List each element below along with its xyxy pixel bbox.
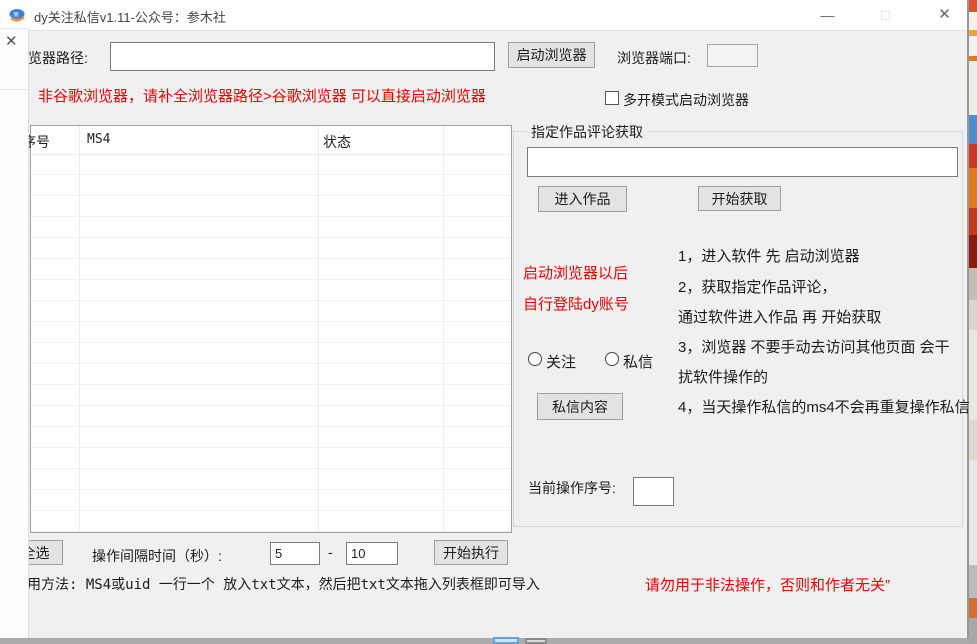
instruction-2: 2，获取指定作品评论，	[678, 276, 836, 297]
titlebar: ⌘ dy关注私信v1.11-公众号：参木社 — □ ✕	[0, 0, 967, 31]
table-row[interactable]	[31, 511, 511, 532]
table-row[interactable]	[31, 196, 511, 217]
interval-label: 操作间隔时间（秒）:	[92, 546, 222, 566]
table-row[interactable]	[31, 490, 511, 511]
overlay-panel: ✕	[0, 28, 29, 638]
taskbar-fragment-gray	[525, 638, 547, 644]
instruction-3b: 扰软件操作的	[678, 366, 768, 387]
sliver-segment	[969, 235, 977, 268]
enter-work-button[interactable]: 进入作品	[538, 186, 627, 212]
table-row[interactable]	[31, 322, 511, 343]
close-button[interactable]: ✕	[922, 0, 967, 30]
tip-line-1: 启动浏览器以后	[523, 262, 628, 283]
table-row[interactable]	[31, 175, 511, 196]
dm-content-button[interactable]: 私信内容	[537, 393, 623, 420]
launch-browser-button[interactable]: 启动浏览器	[508, 42, 595, 68]
sliver-segment	[969, 565, 977, 598]
table-row[interactable]	[31, 343, 511, 364]
sliver-segment	[969, 598, 977, 618]
sliver-segment	[969, 300, 977, 330]
app-icon: ⌘	[9, 8, 26, 23]
interval-separator: -	[328, 544, 333, 560]
table-row[interactable]	[31, 427, 511, 448]
sliver-segment	[969, 36, 977, 56]
current-index-input[interactable]	[633, 477, 674, 506]
instruction-2b: 通过软件进入作品 再 开始获取	[678, 306, 881, 327]
taskbar-fragment-blue	[493, 637, 519, 644]
sliver-segment	[969, 268, 977, 300]
start-execute-button[interactable]: 开始执行	[434, 540, 508, 565]
instruction-1: 1，进入软件 先 启动浏览器	[678, 245, 860, 266]
sliver-segment	[969, 115, 977, 144]
sliver-segment	[969, 12, 977, 30]
table-row[interactable]	[31, 280, 511, 301]
table-row[interactable]	[31, 301, 511, 322]
overlay-divider	[0, 89, 28, 90]
instruction-4: 4，当天操作私信的ms4不会再重复操作私信	[678, 396, 970, 417]
browser-path-input[interactable]	[110, 42, 495, 71]
screen: ⌘ dy关注私信v1.11-公众号：参木社 — □ ✕ 浏览器路径: 启动浏览器…	[0, 0, 977, 644]
multi-open-checkbox[interactable]	[605, 91, 619, 105]
table-body[interactable]	[31, 154, 511, 532]
table-row[interactable]	[31, 385, 511, 406]
sliver-segment	[969, 168, 977, 208]
overlay-close-icon[interactable]: ✕	[5, 32, 18, 50]
sliver-segment	[969, 420, 977, 460]
interval-max-input[interactable]	[346, 542, 398, 565]
interval-min-input[interactable]	[270, 542, 320, 565]
sliver-segment	[969, 0, 977, 12]
table-row[interactable]	[31, 469, 511, 490]
browser-port-input[interactable]	[707, 44, 758, 67]
table-row[interactable]	[31, 238, 511, 259]
maximize-button: □	[863, 0, 908, 30]
background-window-sliver	[969, 0, 977, 644]
column-header-ms4[interactable]: MS4	[87, 132, 110, 147]
follow-radio[interactable]	[528, 352, 542, 366]
dm-radio-label[interactable]: 私信	[623, 351, 653, 372]
window-title: dy关注私信v1.11-公众号：参木社	[34, 7, 226, 26]
dm-radio[interactable]	[605, 352, 619, 366]
app-window: ⌘ dy关注私信v1.11-公众号：参木社 — □ ✕ 浏览器路径: 启动浏览器…	[0, 0, 969, 640]
table-row[interactable]	[31, 217, 511, 238]
comment-fetch-legend: 指定作品评论获取	[527, 122, 647, 142]
follow-radio-label[interactable]: 关注	[546, 351, 576, 372]
svg-text:⌘: ⌘	[13, 12, 19, 19]
sliver-segment	[969, 144, 977, 168]
table-row[interactable]	[31, 154, 511, 175]
minimize-button[interactable]: —	[805, 0, 850, 30]
table-header-row: 序号 MS4 状态	[31, 126, 511, 155]
table-row[interactable]	[31, 364, 511, 385]
column-header-status[interactable]: 状态	[323, 132, 351, 152]
background-bottom-strip	[0, 638, 977, 644]
disclaimer-text: 请勿用于非法操作，否则和作者无关”	[645, 574, 890, 595]
work-url-input[interactable]	[527, 147, 958, 177]
tip-line-2: 自行登陆dy账号	[523, 293, 629, 314]
instruction-3: 3，浏览器 不要手动去访问其他页面 会干	[678, 336, 950, 357]
browser-port-label: 浏览器端口:	[617, 48, 691, 68]
ms4-list-table[interactable]: 序号 MS4 状态	[30, 125, 512, 533]
sliver-segment	[969, 618, 977, 644]
browser-warning-text: 非谷歌浏览器，请补全浏览器路径>谷歌浏览器 可以直接启动浏览器	[38, 85, 486, 106]
table-row[interactable]	[31, 448, 511, 469]
table-row[interactable]	[31, 259, 511, 280]
multi-open-checkbox-label: 多开模式启动浏览器	[623, 90, 749, 110]
sliver-segment	[969, 208, 977, 235]
start-fetch-button[interactable]: 开始获取	[698, 186, 781, 211]
sliver-segment	[969, 460, 977, 565]
sliver-segment	[969, 330, 977, 420]
sliver-segment	[969, 61, 977, 115]
current-index-label: 当前操作序号:	[528, 478, 616, 498]
table-row[interactable]	[31, 406, 511, 427]
usage-text: 使用方法: MS4或uid 一行一个 放入txt文本，然后把txt文本拖入列表框…	[13, 574, 540, 594]
